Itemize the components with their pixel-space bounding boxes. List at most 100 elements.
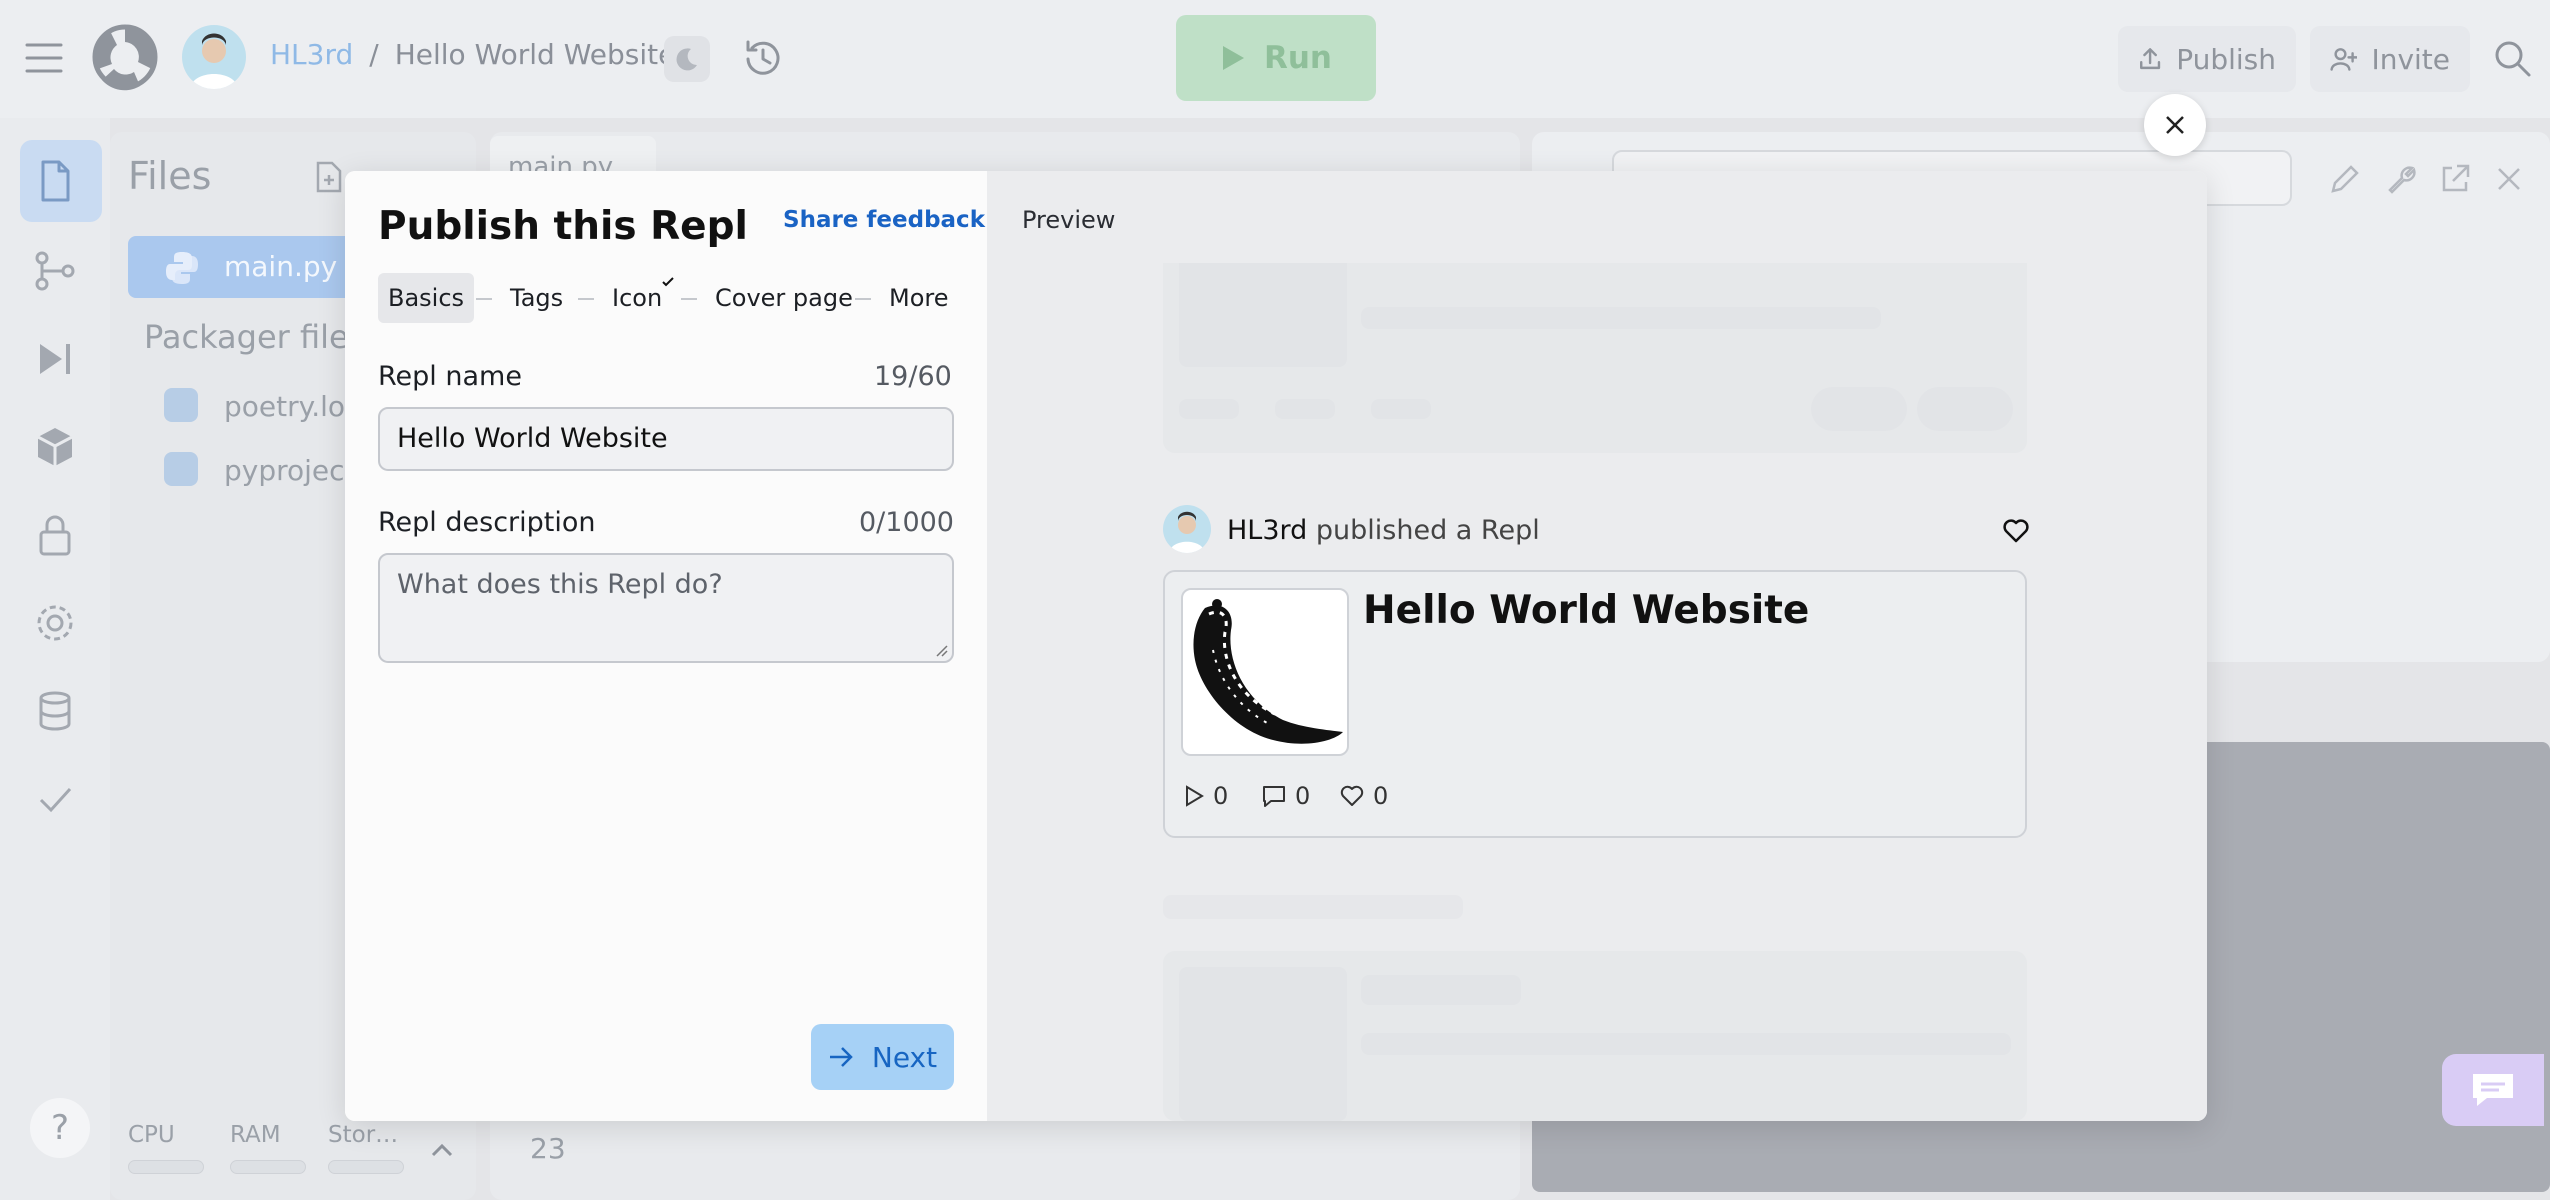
step-separator [681, 298, 697, 300]
comment-icon [1263, 786, 1285, 807]
history-icon[interactable] [742, 38, 784, 80]
repl-name-counter: 19/60 [874, 361, 952, 392]
modal-title: Publish this Repl [378, 204, 748, 249]
packages-icon[interactable] [28, 420, 82, 474]
user-avatar[interactable] [182, 25, 246, 89]
debugger-icon[interactable] [28, 332, 82, 386]
ram-bar [230, 1160, 306, 1174]
repl-description-input[interactable]: What does this Repl do? [378, 553, 954, 663]
publish-label: Publish [2176, 42, 2276, 76]
invite-button[interactable]: Invite [2310, 26, 2470, 92]
author-avatar [1163, 505, 1211, 553]
breadcrumb: HL3rd / Hello World Website [270, 38, 675, 71]
author-name[interactable]: HL3rd [1227, 515, 1307, 546]
flask-horn-icon [1193, 599, 1343, 744]
skeleton-line [1361, 975, 1521, 1005]
breadcrumb-user[interactable]: HL3rd [270, 38, 353, 71]
replit-logo-icon[interactable] [90, 22, 160, 92]
play-icon [1186, 785, 1204, 807]
repl-preview-card: Hello World Website 0 0 0 [1163, 570, 2027, 838]
packager-heading: Packager files [144, 318, 366, 356]
step-separator [578, 298, 594, 300]
favorite-heart-icon[interactable] [2001, 517, 2031, 545]
arrow-right-icon [829, 1047, 853, 1067]
moon-icon[interactable] [664, 36, 710, 82]
skeleton-thumb [1179, 263, 1347, 367]
files-icon[interactable] [28, 154, 82, 208]
database-icon[interactable] [28, 684, 82, 738]
run-label: Run [1263, 40, 1332, 76]
invite-label: Invite [2371, 42, 2450, 76]
publish-button[interactable]: Publish [2118, 26, 2296, 92]
likes-count: 0 [1373, 782, 1389, 810]
preview-panel: Preview HL3rd published a Repl Hello Wor… [987, 171, 2207, 1121]
step-separator [476, 298, 492, 300]
python-icon [166, 252, 198, 284]
step-basics[interactable]: Basics [378, 273, 475, 323]
comments-count: 0 [1295, 782, 1311, 810]
skeleton-stat [1275, 399, 1335, 419]
skeleton-thumb [1179, 967, 1347, 1121]
repl-name-value: Hello World Website [397, 423, 668, 454]
likes-stat: 0 [1339, 782, 1388, 810]
search-icon[interactable] [2492, 38, 2532, 78]
publish-modal: Publish this Repl Share feedback Basics … [345, 171, 2207, 1121]
files-title: Files [128, 154, 212, 198]
resize-handle-icon[interactable] [934, 643, 948, 657]
skeleton-card [1163, 263, 2027, 453]
run-button[interactable]: Run [1176, 15, 1376, 101]
post-action: published a Repl [1315, 515, 1540, 546]
breadcrumb-project[interactable]: Hello World Website [395, 38, 676, 71]
wrench-icon[interactable] [2384, 162, 2418, 196]
runs-stat: 0 [1183, 782, 1228, 810]
runs-count: 0 [1213, 782, 1229, 810]
repl-name-input[interactable]: Hello World Website [378, 407, 954, 471]
menu-icon[interactable] [24, 40, 64, 76]
share-feedback-link[interactable]: Share feedback [783, 207, 985, 233]
play-icon [1222, 46, 1244, 70]
repl-description-label: Repl description [378, 507, 596, 538]
chat-button[interactable] [2442, 1054, 2544, 1126]
git-icon[interactable] [28, 244, 82, 298]
repl-name-label: Repl name [378, 361, 522, 392]
skeleton-line [1163, 895, 1463, 919]
card-title: Hello World Website [1363, 588, 1810, 633]
skeleton-button [1811, 387, 1907, 431]
repl-description-placeholder: What does this Repl do? [397, 569, 723, 600]
next-label: Next [871, 1040, 938, 1074]
lock-icon[interactable] [28, 508, 82, 562]
step-cover-page[interactable]: Cover page [705, 273, 863, 323]
python-icon [164, 388, 198, 422]
step-more[interactable]: More [879, 273, 959, 323]
cpu-label: CPU [128, 1122, 175, 1148]
step-tags[interactable]: Tags [500, 273, 573, 323]
storage-bar [328, 1160, 404, 1174]
publish-form: Publish this Repl Share feedback Basics … [345, 171, 987, 1121]
help-icon[interactable]: ? [30, 1098, 90, 1158]
next-button[interactable]: Next [811, 1024, 954, 1090]
skeleton-stat [1371, 399, 1431, 419]
close-modal-button[interactable] [2144, 94, 2206, 156]
check-icon[interactable] [28, 772, 82, 826]
step-complete-check-icon [661, 276, 675, 288]
upload-icon [2140, 48, 2161, 70]
external-link-icon[interactable] [2438, 162, 2472, 196]
repl-icon-thumbnail [1181, 588, 1349, 756]
chevron-up-icon[interactable] [430, 1142, 454, 1158]
gear-icon[interactable] [28, 596, 82, 650]
repl-description-counter: 0/1000 [859, 507, 954, 538]
file-name: main.py [224, 250, 338, 283]
close-pane-icon[interactable] [2494, 164, 2524, 194]
pencil-icon[interactable] [2328, 162, 2362, 196]
new-file-icon[interactable] [314, 160, 344, 194]
ram-label: RAM [230, 1122, 281, 1148]
breadcrumb-separator: / [369, 38, 379, 71]
post-header: HL3rd published a Repl [1227, 515, 1540, 546]
skeleton-line [1361, 1033, 2011, 1055]
chat-icon [2473, 1074, 2513, 1106]
skeleton-stat [1179, 399, 1239, 419]
skeleton-card [1163, 951, 2027, 1121]
heart-icon [1340, 785, 1364, 806]
step-separator [855, 298, 871, 300]
close-icon [2166, 116, 2184, 134]
